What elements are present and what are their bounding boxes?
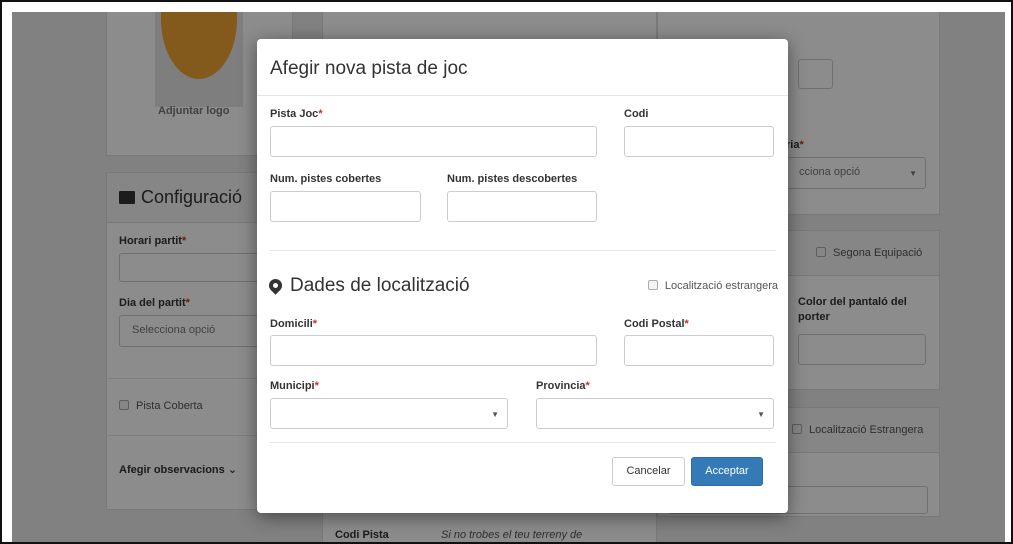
domicili-label: Domicili* — [270, 318, 318, 330]
foreign-location-checkbox[interactable]: Localització estrangera — [647, 280, 778, 292]
codi-label: Codi — [624, 108, 649, 120]
descobertes-label: Num. pistes descobertes — [447, 173, 578, 185]
cobertes-label: Num. pistes cobertes — [270, 173, 382, 185]
municipi-label: Municipi* — [270, 380, 319, 392]
cobertes-input[interactable] — [270, 191, 421, 222]
add-court-modal: Afegir nova pista de joc Pista Joc* Codi… — [257, 39, 788, 513]
map-marker-icon — [266, 276, 285, 295]
provincia-select[interactable]: ▼ — [536, 398, 774, 429]
chevron-down-icon: ▼ — [491, 410, 499, 419]
chevron-down-icon: ▼ — [757, 410, 765, 419]
modal-title: Afegir nova pista de joc — [270, 58, 468, 79]
codi-postal-input[interactable] — [624, 335, 774, 366]
codi-postal-label: Codi Postal* — [624, 318, 689, 330]
pista-joc-label: Pista Joc* — [270, 108, 323, 120]
pista-joc-input[interactable] — [270, 126, 597, 157]
domicili-input[interactable] — [270, 335, 597, 366]
provincia-label: Provincia* — [536, 380, 590, 392]
section-divider — [269, 250, 776, 251]
app-frame: Adjuntar logo Configuració Horari partit… — [0, 0, 1013, 544]
cancel-button[interactable]: Cancelar — [612, 457, 685, 486]
descobertes-input[interactable] — [447, 191, 597, 222]
footer-divider — [269, 442, 776, 443]
checkbox-icon[interactable] — [647, 280, 658, 290]
modal-header-divider — [257, 95, 788, 96]
accept-button[interactable]: Acceptar — [691, 457, 763, 486]
location-section-title: Dades de localització — [266, 275, 470, 297]
municipi-select[interactable]: ▼ — [270, 398, 508, 429]
codi-input[interactable] — [624, 126, 774, 157]
